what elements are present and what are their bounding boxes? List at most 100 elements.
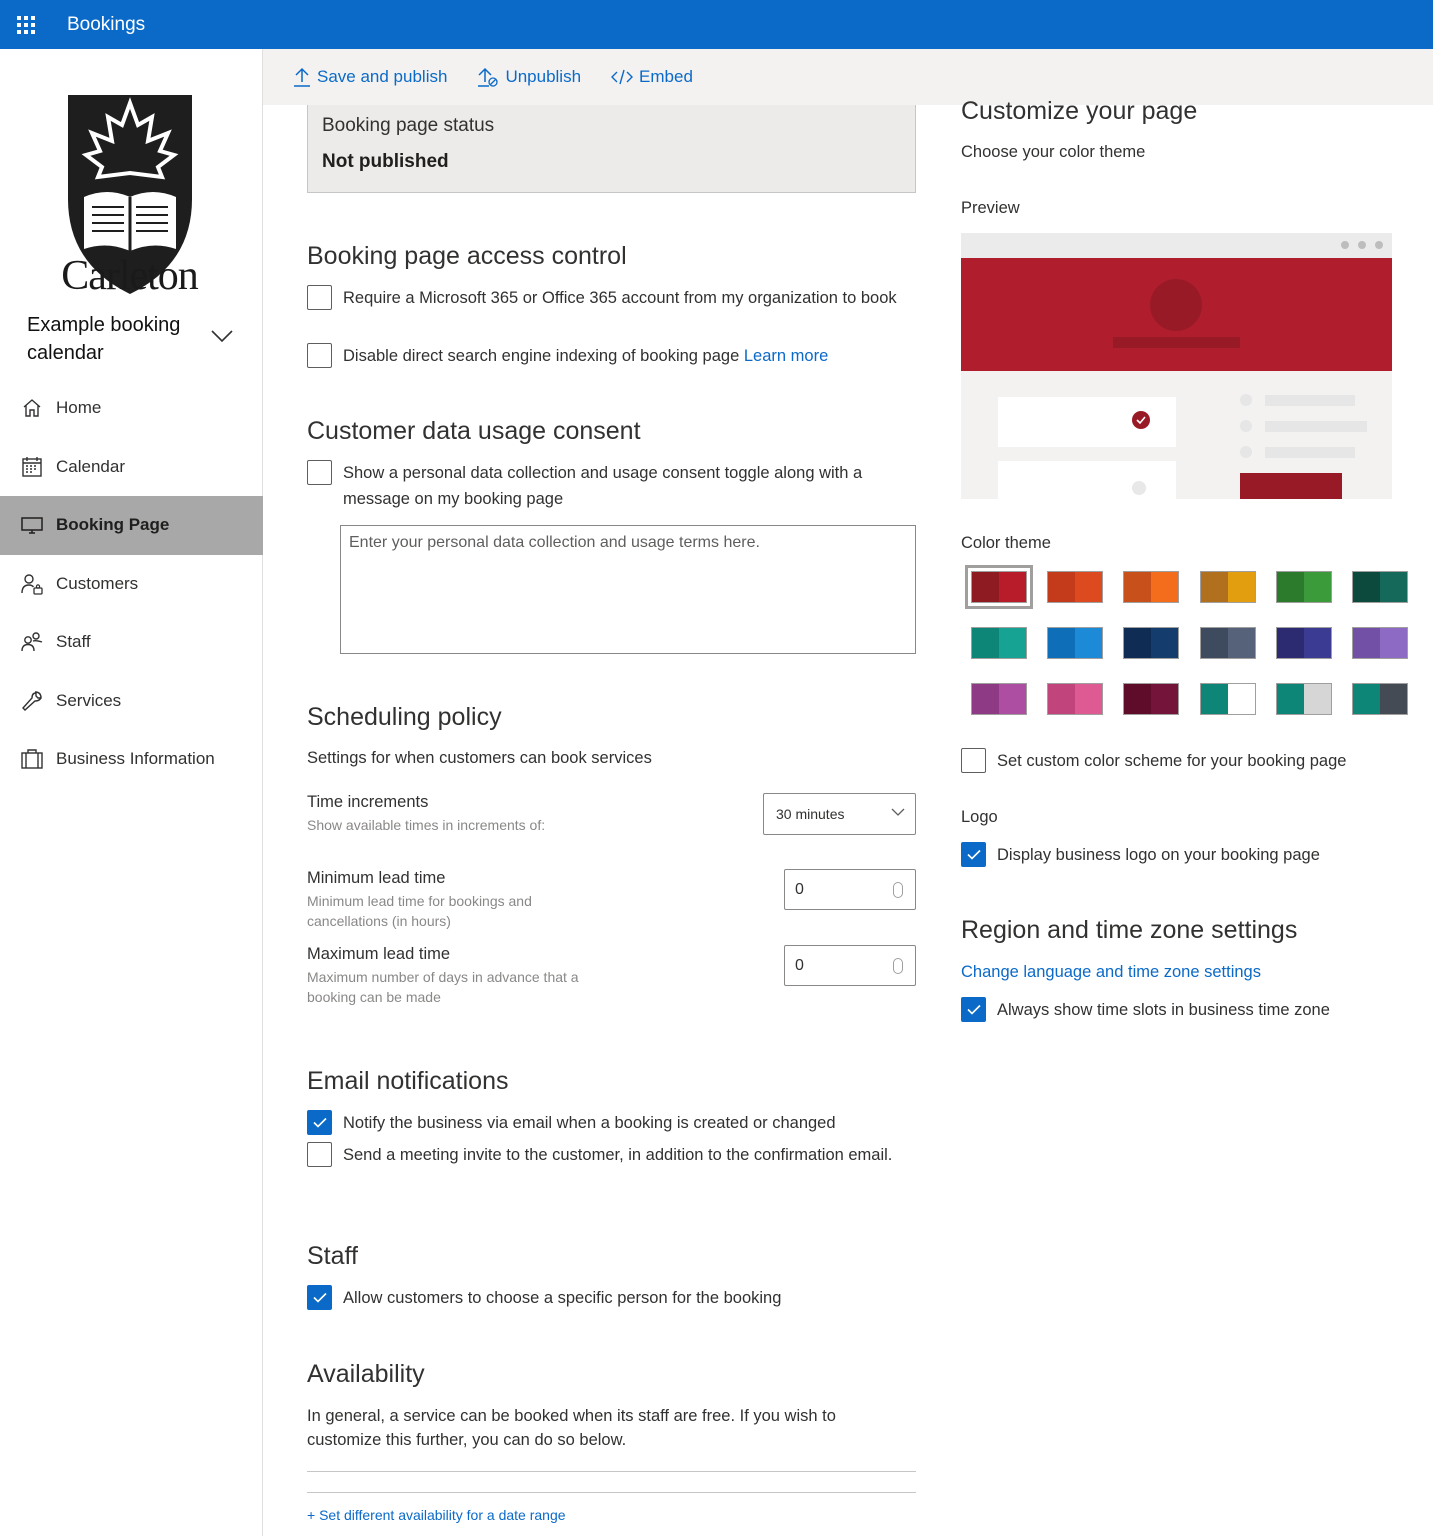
booking-page-status-panel: Booking page status Not published: [307, 105, 916, 193]
color-swatch-part: [1200, 684, 1228, 714]
save-and-publish-label: Save and publish: [317, 67, 448, 86]
color-swatch-part: [999, 684, 1026, 714]
business-timezone-checkbox[interactable]: [961, 997, 986, 1022]
consent-terms-textarea[interactable]: [340, 525, 916, 654]
wrench-icon: [20, 689, 44, 713]
unpublish-icon: [477, 67, 499, 87]
custom-scheme-checkbox[interactable]: [961, 748, 986, 773]
custom-scheme-label: Set custom color scheme for your booking…: [997, 752, 1347, 770]
color-swatch[interactable]: [1123, 627, 1180, 659]
calendar-name: Example booking calendar: [27, 314, 181, 364]
color-swatch-part: [1048, 628, 1076, 658]
color-theme-label: Color theme: [961, 534, 1051, 552]
consent-toggle-label: Show a personal data collection and usag…: [343, 464, 863, 508]
embed-button[interactable]: Embed: [611, 67, 693, 87]
color-swatch-part: [1075, 684, 1103, 714]
maximum-lead-time-value: 0: [795, 956, 804, 974]
color-swatch[interactable]: [971, 683, 1027, 715]
divider: [307, 1492, 916, 1493]
date-range-availability-link[interactable]: + Set different availability for a date …: [307, 1507, 566, 1523]
allow-choose-staff-checkbox[interactable]: [307, 1285, 332, 1310]
color-swatch[interactable]: [971, 627, 1027, 659]
color-swatch-part: [1200, 572, 1228, 602]
availability-description: In general, a service can be booked when…: [307, 1407, 836, 1449]
disable-indexing-checkbox[interactable]: [307, 343, 332, 368]
notify-business-option: Notify the business via email when a boo…: [307, 1110, 907, 1136]
calendar-selector[interactable]: Example booking calendar: [27, 311, 242, 371]
sidebar-item-label: Staff: [56, 632, 91, 652]
color-swatch[interactable]: [1123, 571, 1180, 603]
color-swatch[interactable]: [1275, 571, 1332, 603]
color-swatch[interactable]: [1047, 627, 1104, 659]
code-icon: [611, 69, 634, 85]
save-and-publish-button[interactable]: Save and publish: [293, 67, 447, 87]
app-header: Bookings: [0, 0, 1433, 49]
color-swatch-part: [1353, 684, 1380, 714]
color-swatch[interactable]: [1123, 683, 1180, 715]
color-swatch[interactable]: [1199, 571, 1256, 603]
preview-label: Preview: [961, 199, 1020, 217]
require-account-checkbox[interactable]: [307, 285, 332, 310]
color-swatch[interactable]: [1047, 571, 1104, 603]
home-icon: [20, 396, 44, 420]
maximum-lead-time-input[interactable]: 0: [784, 945, 916, 986]
change-language-timezone-link[interactable]: Change language and time zone settings: [961, 963, 1261, 982]
time-increments-label: Time increments: [307, 793, 429, 811]
sidebar-item-services[interactable]: Services: [0, 672, 263, 731]
color-swatch-part: [1303, 684, 1331, 714]
color-swatch-part: [972, 628, 999, 658]
color-swatch[interactable]: [1199, 683, 1256, 715]
sidebar-item-staff[interactable]: Staff: [0, 613, 263, 672]
minimum-lead-time-input[interactable]: 0: [784, 869, 916, 910]
display-logo-checkbox[interactable]: [961, 842, 986, 867]
spinner-arrows-icon[interactable]: [893, 882, 903, 898]
color-swatch[interactable]: [1352, 571, 1408, 603]
sidebar-item-business-information[interactable]: Business Information: [0, 730, 263, 789]
sidebar-item-booking-page[interactable]: Booking Page: [0, 496, 263, 555]
chevron-down-icon: [891, 808, 905, 816]
minimum-lead-time-help: Minimum lead time for bookings and cance…: [307, 893, 532, 929]
display-logo-option: Display business logo on your booking pa…: [961, 842, 1431, 868]
app-title[interactable]: Bookings: [67, 14, 145, 36]
sidebar-item-customers[interactable]: Customers: [0, 555, 263, 614]
color-swatch[interactable]: [1352, 627, 1408, 659]
color-swatch-part: [1124, 628, 1152, 658]
color-swatch-part: [1380, 572, 1407, 602]
learn-more-link[interactable]: Learn more: [744, 347, 828, 365]
color-swatch[interactable]: [1275, 683, 1332, 715]
require-account-option: Require a Microsoft 365 or Office 365 ac…: [307, 285, 907, 311]
status-value: Not published: [322, 151, 449, 172]
theme-preview-illustration: [961, 233, 1392, 499]
color-swatch-part: [1276, 684, 1304, 714]
unpublish-button[interactable]: Unpublish: [477, 67, 581, 87]
color-swatch-part: [1380, 684, 1407, 714]
chevron-down-icon[interactable]: [211, 329, 233, 343]
spinner-arrows-icon[interactable]: [893, 958, 903, 974]
unpublish-label: Unpublish: [505, 67, 582, 86]
color-swatch-part: [1353, 572, 1380, 602]
time-increments-dropdown[interactable]: 30 minutes: [763, 793, 916, 835]
staff-heading: Staff: [307, 1242, 358, 1270]
sidebar-item-calendar[interactable]: Calendar: [0, 438, 263, 497]
notify-business-checkbox[interactable]: [307, 1110, 332, 1135]
app-launcher-icon[interactable]: [0, 0, 52, 49]
sidebar-item-home[interactable]: Home: [0, 379, 263, 438]
allow-choose-staff-label: Allow customers to choose a specific per…: [343, 1289, 782, 1307]
color-swatch[interactable]: [1352, 683, 1408, 715]
sidebar-item-label: Business Information: [56, 749, 215, 769]
customers-icon: [20, 572, 44, 596]
briefcase-icon: [20, 747, 44, 771]
logo-wordmark: Carleton: [61, 253, 199, 299]
disable-indexing-text: Disable direct search engine indexing of…: [343, 343, 828, 369]
color-swatch[interactable]: [1199, 627, 1256, 659]
color-swatch-part: [1151, 628, 1179, 658]
sidebar-nav: Home Calendar Booking Page Customers Sta…: [0, 379, 263, 789]
send-invite-checkbox[interactable]: [307, 1142, 332, 1167]
color-swatch[interactable]: [1047, 683, 1104, 715]
allow-choose-staff-option: Allow customers to choose a specific per…: [307, 1285, 907, 1311]
consent-toggle-checkbox[interactable]: [307, 460, 332, 485]
checkmark-icon: [966, 849, 981, 860]
business-timezone-option: Always show time slots in business time …: [961, 997, 1431, 1023]
color-swatch[interactable]: [1275, 627, 1332, 659]
color-swatch[interactable]: [965, 565, 1033, 609]
